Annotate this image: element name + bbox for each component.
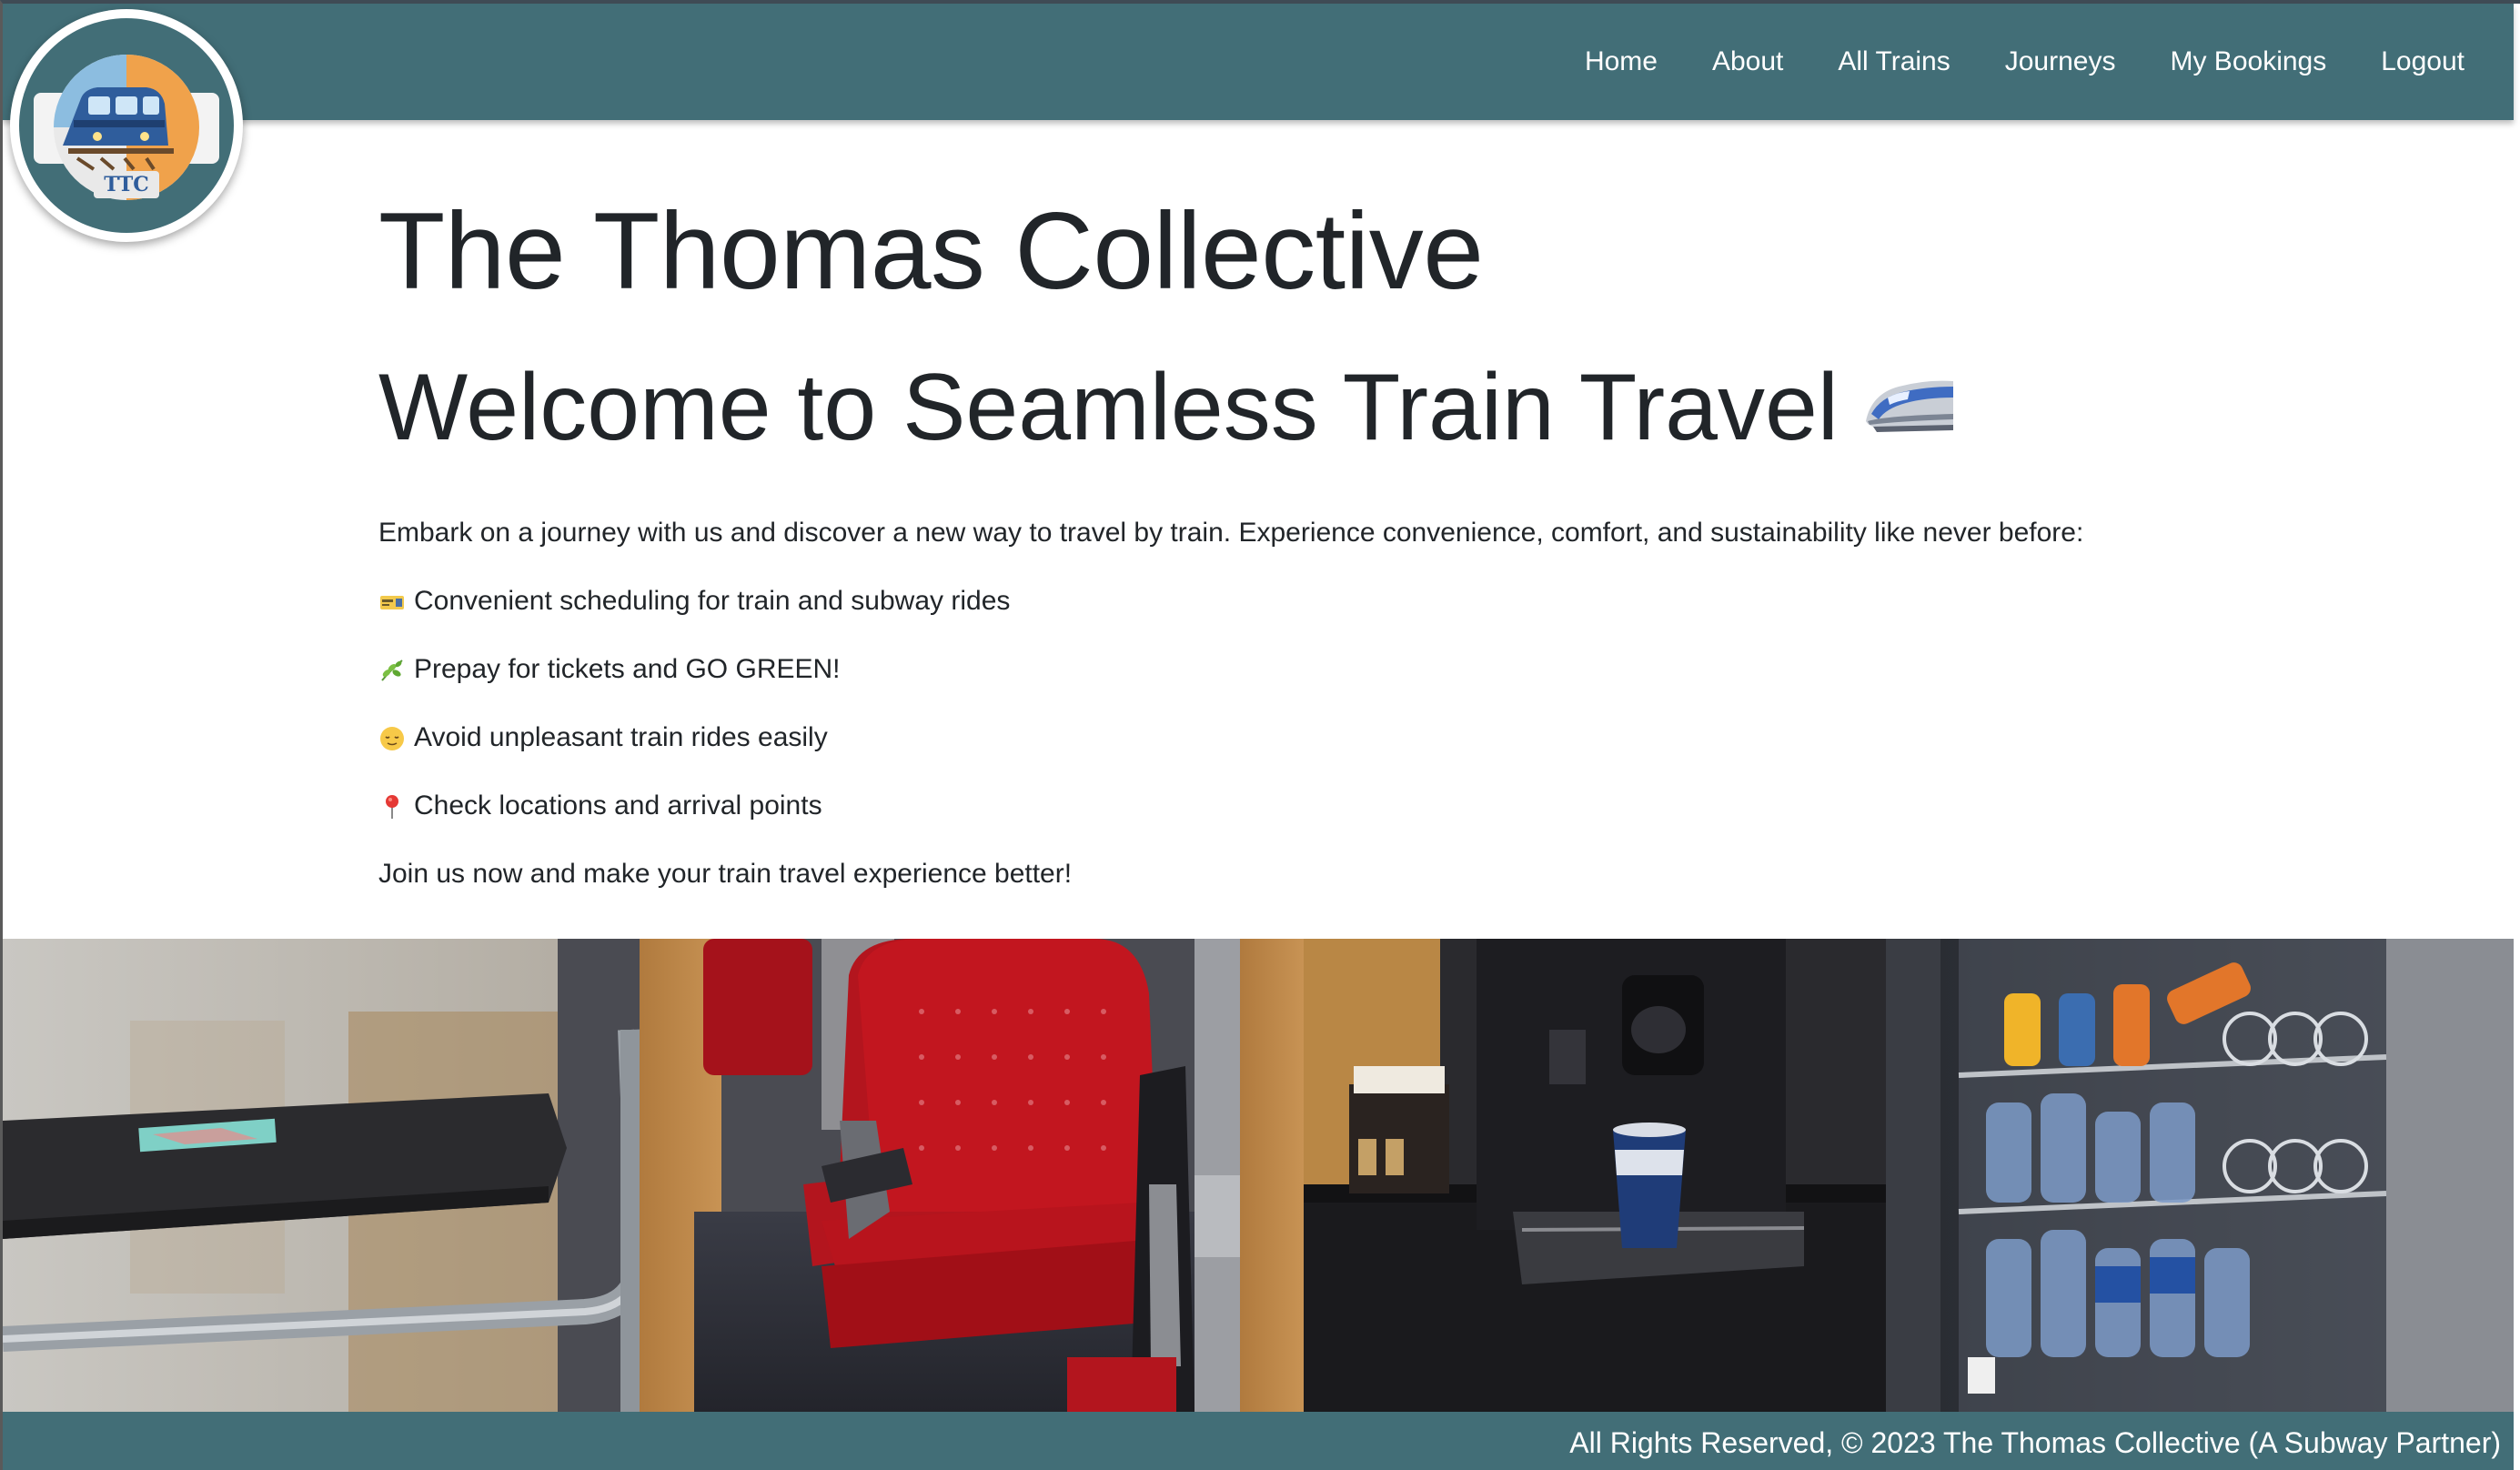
nav-link-journeys[interactable]: Journeys <box>1978 46 2143 77</box>
nav-link-all-trains[interactable]: All Trains <box>1810 46 1977 77</box>
footer: All Rights Reserved, © 2023 The Thomas C… <box>3 1412 2514 1470</box>
round-pushpin-icon <box>378 791 406 820</box>
main-content: The Thomas Collective Welcome to Seamles… <box>378 186 2380 894</box>
brand-logo[interactable]: TTC <box>10 9 243 242</box>
logo-text: TTC <box>104 173 148 196</box>
train-logo-icon: TTC <box>15 15 237 237</box>
footer-copyright: All Rights Reserved, © 2023 The Thomas C… <box>1569 1426 2501 1459</box>
nav-link-logout[interactable]: Logout <box>2354 46 2492 77</box>
hero-heading: Welcome to Seamless Train Travel <box>378 351 2380 465</box>
ticket-icon <box>378 587 406 614</box>
intro-paragraph: Embark on a journey with us and discover… <box>378 517 2084 548</box>
high-speed-train-icon <box>1862 351 1957 465</box>
site-title: The Thomas Collective <box>378 190 1484 312</box>
page: Home About All Trains Journeys My Bookin… <box>0 0 2520 1470</box>
feature-item: Prepay for tickets and GO GREEN! <box>378 649 2380 690</box>
relieved-face-icon <box>378 723 406 751</box>
feature-text: Avoid unpleasant train rides easily <box>414 721 828 752</box>
feature-item: Avoid unpleasant train rides easily <box>378 717 2380 758</box>
top-navbar: Home About All Trains Journeys My Bookin… <box>3 4 2514 120</box>
feature-text: Check locations and arrival points <box>414 790 822 821</box>
hero-heading-text: Welcome to Seamless Train Travel <box>378 355 1839 460</box>
feature-text: Prepay for tickets and GO GREEN! <box>414 653 841 684</box>
train-interior-photo <box>3 939 2514 1412</box>
feature-item: Convenient scheduling for train and subw… <box>378 580 2380 621</box>
nav-link-about[interactable]: About <box>1685 46 1810 77</box>
feature-text: Convenient scheduling for train and subw… <box>414 585 1011 616</box>
feature-item: Check locations and arrival points <box>378 785 2380 826</box>
nav-links: Home About All Trains Journeys My Bookin… <box>1557 4 2492 120</box>
nav-link-my-bookings[interactable]: My Bookings <box>2142 46 2354 77</box>
nav-link-home[interactable]: Home <box>1557 46 1685 77</box>
closing-paragraph: Join us now and make your train travel e… <box>378 858 1073 889</box>
herb-icon <box>378 655 406 682</box>
